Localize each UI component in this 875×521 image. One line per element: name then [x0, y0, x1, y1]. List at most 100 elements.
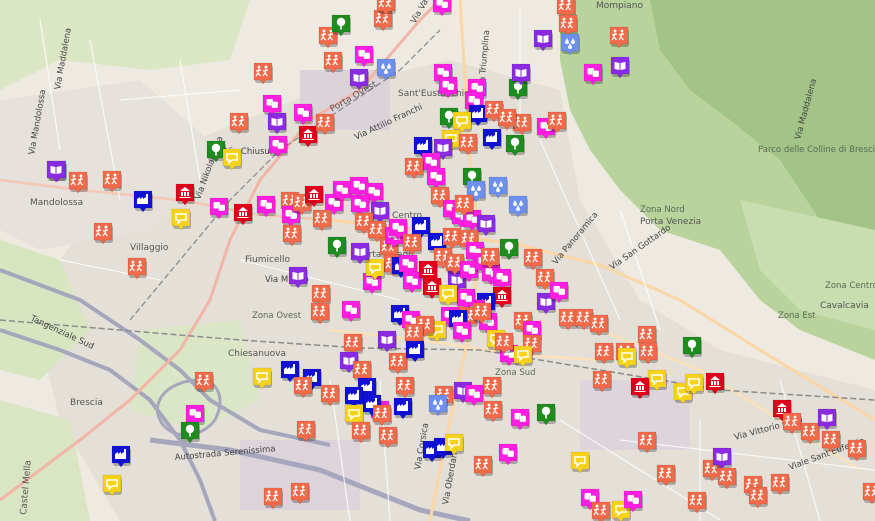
sport-marker[interactable]: [458, 133, 478, 156]
monument-marker[interactable]: [175, 183, 195, 206]
library-marker[interactable]: [511, 63, 531, 86]
sport-marker[interactable]: [293, 376, 313, 399]
water-marker[interactable]: [488, 176, 508, 199]
theatre-marker[interactable]: [452, 321, 472, 344]
library-marker[interactable]: [349, 68, 369, 91]
monument-marker[interactable]: [298, 125, 318, 148]
factory-marker[interactable]: [133, 190, 153, 213]
sport-marker[interactable]: [591, 501, 611, 521]
theatre-marker[interactable]: [549, 281, 569, 304]
library-marker[interactable]: [817, 408, 837, 431]
library-marker[interactable]: [533, 29, 553, 52]
sport-marker[interactable]: [372, 404, 392, 427]
chat-marker[interactable]: [222, 148, 242, 171]
chat-marker[interactable]: [171, 208, 191, 231]
theatre-marker[interactable]: [293, 103, 313, 126]
library-marker[interactable]: [288, 266, 308, 289]
theatre-marker[interactable]: [256, 195, 276, 218]
theatre-marker[interactable]: [438, 76, 458, 99]
map-canvas[interactable]: Via Mandolossa Via Maddalena Mandolossa …: [0, 0, 875, 521]
sport-marker[interactable]: [442, 227, 462, 250]
chat-marker[interactable]: [252, 367, 272, 390]
factory-marker[interactable]: [405, 340, 425, 363]
sport-marker[interactable]: [523, 248, 543, 271]
sport-marker[interactable]: [770, 473, 790, 496]
sport-marker[interactable]: [402, 233, 422, 256]
marker-layer[interactable]: [0, 0, 875, 521]
library-marker[interactable]: [476, 214, 496, 237]
theatre-marker[interactable]: [209, 197, 229, 220]
sport-marker[interactable]: [290, 482, 310, 505]
sport-marker[interactable]: [656, 464, 676, 487]
sport-marker[interactable]: [68, 171, 88, 194]
monument-marker[interactable]: [233, 203, 253, 226]
sport-marker[interactable]: [800, 422, 820, 445]
sport-marker[interactable]: [483, 400, 503, 423]
sport-marker[interactable]: [592, 370, 612, 393]
sport-marker[interactable]: [388, 352, 408, 375]
sport-marker[interactable]: [315, 113, 335, 136]
water-marker[interactable]: [428, 394, 448, 417]
sport-marker[interactable]: [194, 371, 214, 394]
park-marker[interactable]: [499, 238, 519, 261]
sport-marker[interactable]: [320, 384, 340, 407]
sport-marker[interactable]: [378, 426, 398, 449]
chat-marker[interactable]: [617, 347, 637, 370]
sport-marker[interactable]: [782, 412, 802, 435]
sport-marker[interactable]: [638, 342, 658, 365]
factory-marker[interactable]: [111, 445, 131, 468]
sport-marker[interactable]: [454, 194, 474, 217]
sport-marker[interactable]: [312, 209, 332, 232]
theatre-marker[interactable]: [464, 384, 484, 407]
park-marker[interactable]: [180, 421, 200, 444]
theatre-marker[interactable]: [623, 490, 643, 513]
sport-marker[interactable]: [547, 111, 567, 134]
sport-marker[interactable]: [482, 376, 502, 399]
library-marker[interactable]: [377, 330, 397, 353]
sport-marker[interactable]: [497, 108, 517, 131]
monument-marker[interactable]: [304, 185, 324, 208]
sport-marker[interactable]: [404, 157, 424, 180]
sport-marker[interactable]: [717, 467, 737, 490]
sport-marker[interactable]: [93, 222, 113, 245]
sport-marker[interactable]: [847, 439, 867, 462]
park-marker[interactable]: [682, 336, 702, 359]
theatre-marker[interactable]: [354, 45, 374, 68]
sport-marker[interactable]: [862, 482, 875, 505]
theatre-marker[interactable]: [510, 408, 530, 431]
park-marker[interactable]: [505, 134, 525, 157]
factory-marker[interactable]: [393, 397, 413, 420]
sport-marker[interactable]: [282, 224, 302, 247]
sport-marker[interactable]: [102, 170, 122, 193]
park-marker[interactable]: [331, 14, 351, 37]
chat-marker[interactable]: [102, 474, 122, 497]
chat-marker[interactable]: [438, 284, 458, 307]
sport-marker[interactable]: [821, 430, 841, 453]
chat-marker[interactable]: [513, 345, 533, 368]
sport-marker[interactable]: [589, 314, 609, 337]
sport-marker[interactable]: [323, 51, 343, 74]
sport-marker[interactable]: [558, 14, 578, 37]
theatre-marker[interactable]: [426, 167, 446, 190]
park-marker[interactable]: [327, 236, 347, 259]
sport-marker[interactable]: [376, 0, 396, 16]
sport-marker[interactable]: [395, 376, 415, 399]
water-marker[interactable]: [508, 195, 528, 218]
sport-marker[interactable]: [609, 26, 629, 49]
water-marker[interactable]: [376, 58, 396, 81]
water-marker[interactable]: [560, 33, 580, 56]
chat-marker[interactable]: [570, 451, 590, 474]
theatre-marker[interactable]: [583, 63, 603, 86]
sport-marker[interactable]: [263, 487, 283, 510]
sport-marker[interactable]: [594, 342, 614, 365]
sport-marker[interactable]: [472, 302, 492, 325]
theatre-marker[interactable]: [341, 300, 361, 323]
sport-marker[interactable]: [637, 431, 657, 454]
monument-marker[interactable]: [705, 372, 725, 395]
library-marker[interactable]: [46, 160, 66, 183]
theatre-marker[interactable]: [268, 135, 288, 158]
sport-marker[interactable]: [127, 257, 147, 280]
library-marker[interactable]: [712, 447, 732, 470]
sport-marker[interactable]: [494, 332, 514, 355]
theatre-marker[interactable]: [498, 443, 518, 466]
